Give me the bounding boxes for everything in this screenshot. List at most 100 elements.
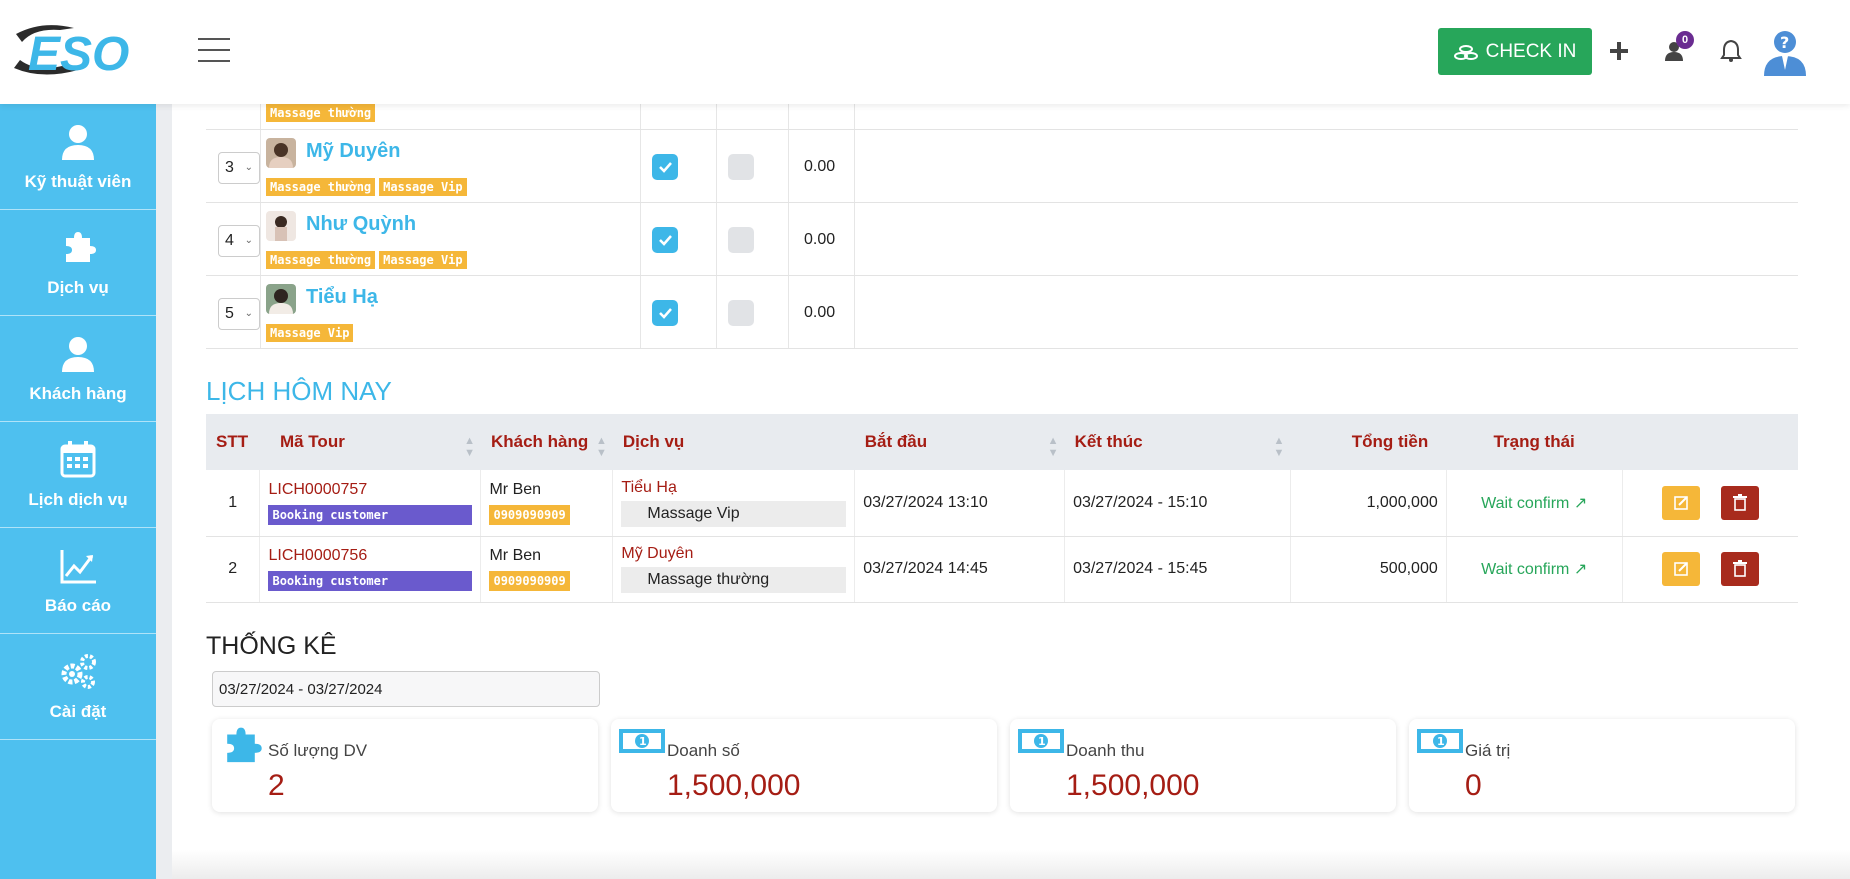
technician-name[interactable]: Mỹ Duyên xyxy=(306,140,400,163)
service-tag: Massage thường xyxy=(266,104,376,122)
sidebar-item-reports[interactable]: Báo cáo xyxy=(0,528,156,634)
service-staff-name: Mỹ Duyên xyxy=(621,545,694,562)
avatar xyxy=(266,284,296,314)
sidebar-item-label: Khách hàng xyxy=(29,383,127,403)
chart-line-icon xyxy=(60,549,96,583)
order-select[interactable]: 4 ⌄ xyxy=(218,225,260,257)
notification-badge: 0 xyxy=(1676,31,1694,49)
tour-code-link[interactable]: LICH0000756 xyxy=(268,547,472,565)
sidebar-item-settings[interactable]: Cài đặt xyxy=(0,634,156,740)
technician-name[interactable]: Như Quỳnh xyxy=(306,213,416,236)
tour-code-link[interactable]: LICH0000757 xyxy=(268,481,472,499)
stat-card-service-count: Số lượng DV 2 xyxy=(212,719,598,812)
row-stt: 2 xyxy=(206,536,261,603)
stat-label: Số lượng DV xyxy=(268,741,368,760)
delete-button[interactable] xyxy=(1720,485,1759,520)
status-link[interactable]: Wait confirm ↗ xyxy=(1481,561,1587,578)
service-staff-name: Tiểu Hạ xyxy=(621,478,677,496)
row-stt: 1 xyxy=(206,470,261,537)
technician-row: 4 ⌄ Như Quỳnh Massage thường Massage Vip 0… xyxy=(206,203,1798,276)
sidebar-item-label: Lịch dịch vụ xyxy=(28,489,128,509)
technician-value: 0.00 xyxy=(804,304,836,321)
sidebar-item-customers[interactable]: Khách hàng xyxy=(0,316,156,422)
customer-name: Mr Ben xyxy=(489,480,542,498)
end-time: 03/27/2024 - 15:45 xyxy=(1064,536,1291,603)
column-header-start[interactable]: Bắt đầu ▲ ▼ xyxy=(854,414,1065,470)
order-select[interactable]: 5 ⌄ xyxy=(218,298,260,330)
external-link-icon: ↗ xyxy=(1573,561,1588,578)
eso-logo[interactable]: ESO xyxy=(12,20,142,82)
check-icon xyxy=(659,308,672,319)
today-bookings-table: STT Mã Tour ▲ ▼ Khách hàng ▲ ▼ Dịch vụ Bắt đ… xyxy=(206,414,1798,603)
trash-icon xyxy=(1732,560,1747,577)
sort-icon: ▲ ▼ xyxy=(596,435,607,459)
profile-avatar[interactable]: ? xyxy=(1762,26,1808,76)
stat-card-value: 1 Giá trị 0 xyxy=(1409,719,1795,812)
column-header-tour-code[interactable]: Mã Tour ▲ ▼ xyxy=(259,414,481,470)
edit-icon xyxy=(1674,562,1688,576)
date-range-input[interactable] xyxy=(212,671,600,707)
panel-bottom-edge xyxy=(172,850,1850,879)
sidebar-item-label: Kỹ thuật viên xyxy=(24,171,132,191)
user-icon xyxy=(62,124,94,160)
edit-button[interactable] xyxy=(1662,552,1701,586)
technician-value: 0.00 xyxy=(804,231,836,248)
booking-source-tag: Booking customer xyxy=(268,571,473,591)
sidebar-item-services[interactable]: Dịch vụ xyxy=(0,210,156,316)
column-header-total: Tổng tiền xyxy=(1290,414,1447,470)
coins-icon xyxy=(1453,44,1478,60)
avatar xyxy=(266,211,296,241)
active-checkbox[interactable] xyxy=(652,300,678,326)
sidebar: Kỹ thuật viên Dịch vụ Khách hàng Lịch dị… xyxy=(0,104,156,879)
customer-phone-tag: 0909090909 xyxy=(489,571,570,591)
sort-icon: ▲ ▼ xyxy=(1273,435,1285,459)
avatar xyxy=(266,138,296,168)
secondary-checkbox[interactable] xyxy=(728,227,754,253)
total-amount: 1,000,000 xyxy=(1290,470,1447,537)
service-tag: Massage Vip xyxy=(379,178,467,196)
stat-value: 2 xyxy=(268,769,285,802)
customer-name: Mr Ben xyxy=(489,547,542,564)
service-name: Massage Vip xyxy=(621,500,847,527)
logo-text: ESO xyxy=(28,28,129,81)
menu-toggle-button[interactable] xyxy=(198,38,230,62)
sort-icon: ▲ ▼ xyxy=(464,435,475,459)
stats-section-title: THỐNG KÊ xyxy=(206,632,337,660)
main-panel: Massage thường 3 ⌄ Mỹ Duyên Massage thườn… xyxy=(172,86,1850,879)
sort-icon: ▲ ▼ xyxy=(1047,435,1059,459)
trash-icon xyxy=(1732,493,1747,511)
status-link[interactable]: Wait confirm ↗ xyxy=(1481,495,1587,512)
puzzle-icon xyxy=(66,231,96,262)
external-link-icon: ↗ xyxy=(1573,494,1588,512)
column-header-service: Dịch vụ xyxy=(612,414,855,470)
check-icon xyxy=(659,235,672,246)
plus-icon[interactable] xyxy=(1602,34,1636,68)
column-header-actions xyxy=(1622,414,1798,470)
svg-text:1: 1 xyxy=(639,735,647,748)
technician-row: 3 ⌄ Mỹ Duyên Massage thường Massage Vip 0.… xyxy=(206,130,1798,203)
user-notification-icon[interactable]: 0 xyxy=(1658,31,1694,68)
total-amount: 500,000 xyxy=(1290,536,1447,603)
column-header-end[interactable]: Kết thúc ▲ ▼ xyxy=(1064,414,1291,470)
column-header-customer[interactable]: Khách hàng ▲ ▼ xyxy=(480,414,613,470)
active-checkbox[interactable] xyxy=(652,227,678,253)
technician-name[interactable]: Tiểu Hạ xyxy=(306,286,378,309)
stat-value: 0 xyxy=(1465,769,1482,802)
check-in-label: CHECK IN xyxy=(1485,40,1577,62)
calendar-icon xyxy=(60,440,96,477)
bell-icon[interactable] xyxy=(1714,34,1748,68)
secondary-checkbox[interactable] xyxy=(728,154,754,180)
puzzle-icon xyxy=(227,727,262,763)
delete-button[interactable] xyxy=(1720,552,1759,586)
svg-text:1: 1 xyxy=(1437,735,1445,748)
column-header-status: Trạng thái xyxy=(1446,414,1623,470)
service-tag: Massage thường xyxy=(266,251,376,269)
stat-value: 1,500,000 xyxy=(667,769,801,802)
order-select[interactable]: 3 ⌄ xyxy=(218,152,260,184)
sidebar-item-technicians[interactable]: Kỹ thuật viên xyxy=(0,104,156,210)
edit-button[interactable] xyxy=(1662,485,1701,520)
check-in-button[interactable]: CHECK IN xyxy=(1438,28,1592,75)
active-checkbox[interactable] xyxy=(652,154,678,180)
sidebar-item-schedule[interactable]: Lịch dịch vụ xyxy=(0,422,156,528)
secondary-checkbox[interactable] xyxy=(728,300,754,326)
